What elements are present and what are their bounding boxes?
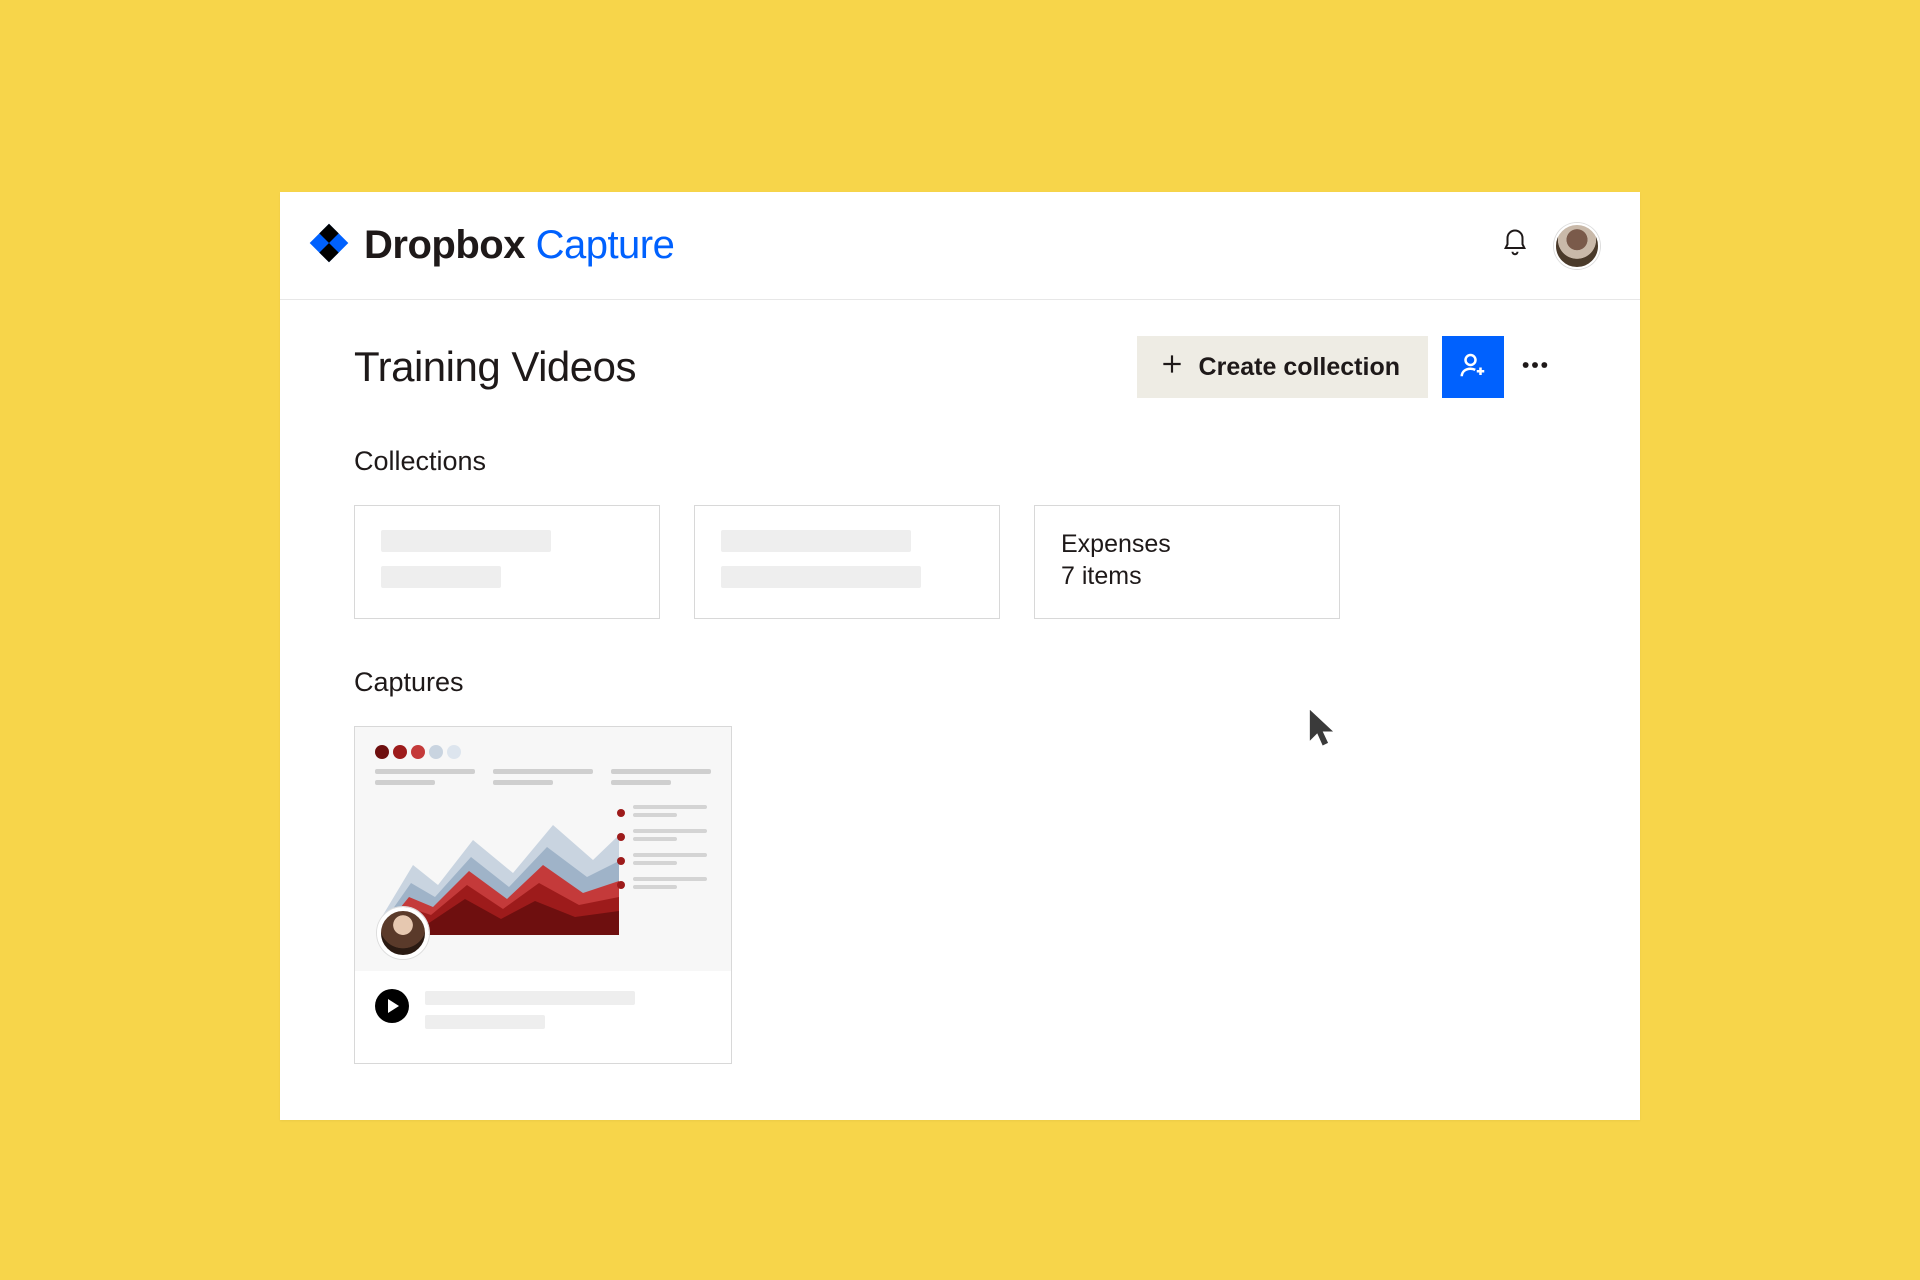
collection-card[interactable]	[694, 505, 1000, 619]
more-horizontal-icon	[1519, 349, 1551, 386]
more-options-button[interactable]	[1504, 336, 1566, 398]
brand[interactable]: Dropbox Capture	[308, 222, 674, 269]
capture-card[interactable]	[354, 726, 732, 1064]
capture-meta	[355, 971, 731, 1063]
thumb-dots	[375, 745, 711, 759]
skeleton-line	[721, 566, 921, 588]
play-icon	[375, 989, 409, 1023]
user-avatar[interactable]	[1554, 223, 1600, 269]
thumb-header-lines	[375, 769, 711, 791]
capture-thumbnail	[355, 727, 731, 971]
dropbox-logo-icon	[308, 222, 350, 269]
plus-icon	[1159, 351, 1185, 384]
skeleton-line	[381, 566, 501, 588]
notifications-button[interactable]	[1494, 225, 1536, 267]
collection-item-count: 7 items	[1061, 562, 1313, 591]
collections-heading: Collections	[354, 446, 1566, 477]
brand-name: Dropbox	[364, 223, 525, 267]
skeleton-line	[425, 991, 635, 1005]
collections-list: Expenses 7 items	[354, 505, 1566, 619]
page-title: Training Videos	[354, 343, 636, 391]
skeleton-line	[721, 530, 911, 552]
share-button[interactable]	[1442, 336, 1504, 398]
captures-list	[354, 726, 1566, 1064]
collection-title: Expenses	[1061, 526, 1313, 562]
captures-heading: Captures	[354, 667, 1566, 698]
thumb-bullets	[617, 805, 707, 901]
brand-text: Dropbox Capture	[364, 223, 674, 268]
app-header: Dropbox Capture	[280, 192, 1640, 300]
title-row: Training Videos Create collection	[354, 336, 1566, 398]
collection-card[interactable]	[354, 505, 660, 619]
skeleton-line	[425, 1015, 545, 1029]
bell-icon	[1500, 228, 1530, 263]
presenter-avatar	[377, 907, 429, 959]
main-content: Training Videos Create collection	[280, 300, 1640, 1064]
create-collection-button[interactable]: Create collection	[1137, 336, 1428, 398]
app-window: Dropbox Capture Training Videos	[280, 192, 1640, 1120]
create-collection-label: Create collection	[1199, 353, 1400, 382]
brand-product: Capture	[536, 223, 675, 267]
collection-card-expenses[interactable]: Expenses 7 items	[1034, 505, 1340, 619]
person-add-icon	[1458, 350, 1488, 385]
skeleton-line	[381, 530, 551, 552]
